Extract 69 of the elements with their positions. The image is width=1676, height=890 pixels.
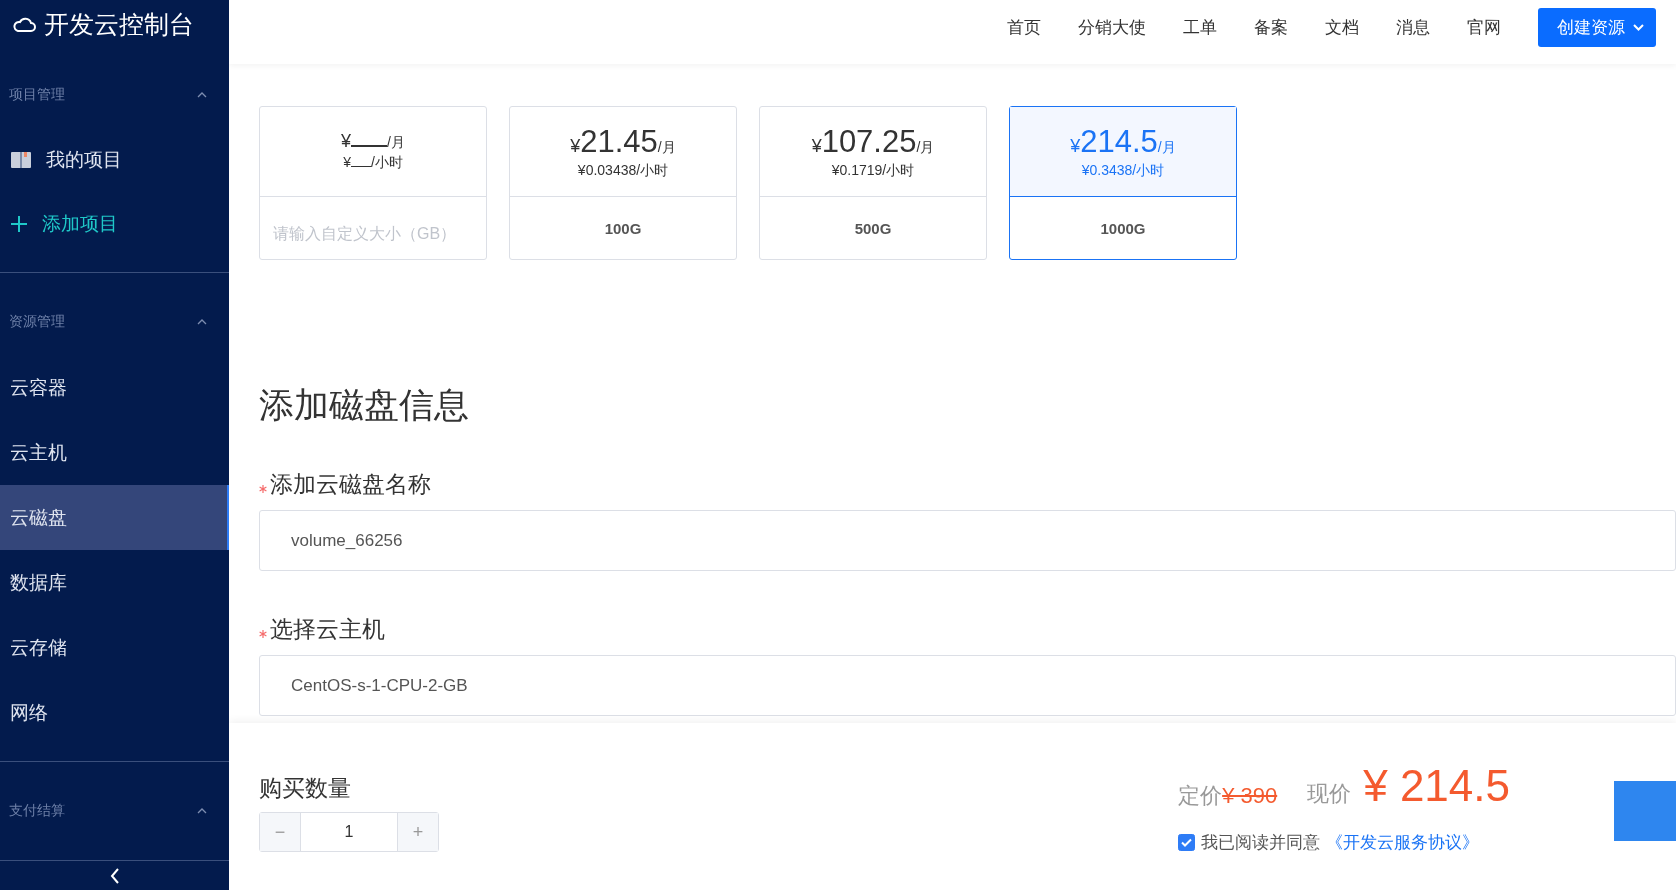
nav-item[interactable]: 云磁盘 (0, 485, 229, 550)
size-option-card[interactable]: ¥21.45/月 ¥0.03438/小时 100G (509, 106, 737, 260)
price-label: 现价 (1307, 780, 1352, 808)
size-option-card[interactable]: ¥214.5/月 ¥0.3438/小时 1000G (1009, 106, 1237, 260)
input-field[interactable]: CentOS-s-1-CPU-2-GB (259, 655, 1676, 716)
currency-sign: ¥ (1070, 135, 1081, 157)
nav-item[interactable]: 数据库 (0, 550, 229, 615)
hour-unit: /小时 (1132, 161, 1165, 180)
nav-item[interactable]: 云容器 (0, 355, 229, 420)
nav-link[interactable]: 官网 (1467, 8, 1501, 47)
nav-link[interactable]: 备案 (1254, 8, 1288, 47)
field-label: 添加云磁盘名称 (270, 470, 431, 499)
input-field[interactable]: volume_66256 (259, 510, 1676, 571)
collapse-sidebar-icon[interactable] (109, 867, 120, 884)
group-title: 项目管理 (9, 86, 65, 104)
hourly-price: ¥0.1719 (831, 161, 883, 178)
nav-link[interactable]: 工单 (1183, 8, 1217, 47)
collapse-icon[interactable] (197, 92, 207, 98)
blank-line (350, 165, 371, 167)
book-icon (10, 151, 32, 169)
currency-sign: ¥ (343, 154, 351, 170)
caret-icon (1633, 24, 1644, 31)
monthly-price: 214.5 (1080, 123, 1158, 160)
app-title: 开发云控制台 (44, 8, 194, 40)
section-heading: 添加磁盘信息 (259, 384, 470, 426)
collapse-icon[interactable] (197, 319, 207, 325)
agree-text: 我已阅读并同意 (1201, 832, 1321, 854)
plus-icon (10, 215, 28, 233)
nav-item[interactable]: 添加项目 (0, 192, 229, 256)
list-price-label: 定价 (1178, 782, 1223, 810)
nav-link[interactable]: 文档 (1325, 8, 1359, 47)
hourly-price: ¥0.3438 (1081, 161, 1133, 178)
hour-unit: /小时 (636, 161, 669, 180)
disk-size: 100G (604, 219, 642, 237)
group-title: 资源管理 (9, 313, 65, 331)
hour-unit: /小时 (370, 154, 403, 172)
quantity-label: 购买数量 (259, 774, 352, 803)
monthly-price: 21.45 (580, 123, 658, 160)
nav-link[interactable]: 首页 (1007, 8, 1041, 47)
month-unit: /月 (387, 134, 405, 152)
agreement-link[interactable]: 《开发云服务协议》 (1326, 831, 1480, 854)
nav-item[interactable]: 我的项目 (0, 128, 229, 192)
group-title: 支付结算 (9, 802, 65, 820)
collapse-icon[interactable] (197, 808, 207, 814)
month-unit: /月 (916, 138, 935, 157)
disk-size: 500G (854, 219, 892, 237)
list-price: ¥ 390 (1222, 783, 1278, 809)
disk-size: 1000G (1100, 219, 1146, 237)
size-option-card[interactable]: ¥107.25/月 ¥0.1719/小时 500G (759, 106, 987, 260)
month-unit: /月 (657, 138, 676, 157)
total-price: ¥ 214.5 (1363, 761, 1510, 811)
nav-link[interactable]: 分销大使 (1078, 8, 1146, 47)
cloud-icon (12, 15, 36, 33)
nav-item[interactable]: 云存储 (0, 615, 229, 680)
nav-item[interactable]: 网络 (0, 680, 229, 745)
agree-checkbox[interactable] (1178, 834, 1196, 851)
create-resource-button[interactable]: 创建资源 (1538, 8, 1656, 47)
month-unit: /月 (1157, 138, 1176, 157)
currency-sign: ¥ (811, 135, 822, 157)
nav-link[interactable]: 消息 (1396, 8, 1430, 47)
currency-sign: ¥ (341, 131, 352, 152)
size-option-card[interactable]: ¥ /月 ¥ /小时 请输入自定义大小（GB） (259, 106, 487, 260)
hour-unit: /小时 (882, 161, 915, 180)
hourly-price: ¥0.03438 (577, 161, 637, 178)
nav-item[interactable]: 云主机 (0, 420, 229, 485)
blank-line (351, 144, 388, 147)
currency-sign: ¥ (570, 135, 581, 157)
field-label: 选择云主机 (270, 615, 385, 644)
monthly-price: 107.25 (821, 123, 917, 160)
